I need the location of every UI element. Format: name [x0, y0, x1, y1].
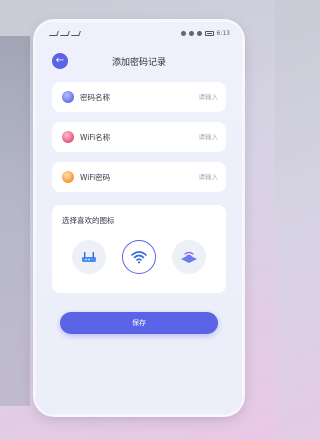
- bluetooth-icon: [196, 30, 202, 36]
- status-time: 6:13: [216, 29, 230, 37]
- background-edge: [0, 36, 30, 406]
- page-title: 添加密码记录: [111, 57, 166, 68]
- wifi-name-input[interactable]: [168, 133, 218, 141]
- password-name-input[interactable]: [168, 93, 218, 101]
- back-button[interactable]: ←: [52, 53, 68, 69]
- candy-icon: [62, 131, 74, 143]
- status-bar: 6:13: [36, 22, 242, 44]
- field-card-password-name: 密码名称: [52, 82, 226, 112]
- wifi-password-input[interactable]: [168, 173, 218, 181]
- icon-picker-row: [62, 240, 216, 274]
- icon-option-wifi-router[interactable]: [172, 240, 206, 274]
- icon-option-wifi[interactable]: [122, 240, 156, 274]
- wifi-icon: [131, 251, 147, 264]
- field-wifi-password: WiFi密码: [52, 162, 226, 192]
- wifi-status-icon: [71, 30, 81, 36]
- router-icon: [82, 252, 96, 262]
- icon-picker-card: 选择喜欢的图标: [52, 205, 226, 293]
- arrow-left-icon: ←: [55, 55, 65, 66]
- field-password-name: 密码名称: [52, 82, 226, 112]
- field-card-wifi-password: WiFi密码: [52, 162, 226, 192]
- field-label: WiFi名称: [80, 132, 111, 142]
- phone-screen: 6:13 ← 添加密码记录 密码名称 WiFi名称 WiFi密码 选择喜欢的图标: [36, 22, 242, 414]
- field-label: 密码名称: [80, 92, 110, 102]
- signal-icon-2: [60, 30, 70, 36]
- status-right: 6:13: [180, 29, 230, 37]
- icon-picker-title: 选择喜欢的图标: [62, 216, 115, 225]
- field-card-wifi-name: WiFi名称: [52, 122, 226, 152]
- mute-icon: [188, 30, 194, 36]
- eye-icon: [180, 30, 186, 36]
- wifi-router-icon: [181, 251, 197, 263]
- signal-icon: [49, 30, 59, 36]
- orange-icon: [62, 171, 74, 183]
- header: ← 添加密码记录: [36, 48, 242, 74]
- icon-option-router[interactable]: [72, 240, 106, 274]
- save-button[interactable]: 保存: [60, 312, 218, 334]
- globe-icon: [62, 91, 74, 103]
- status-left: [49, 30, 81, 36]
- field-label: WiFi密码: [80, 172, 111, 182]
- field-wifi-name: WiFi名称: [52, 122, 226, 152]
- battery-icon: [204, 30, 214, 36]
